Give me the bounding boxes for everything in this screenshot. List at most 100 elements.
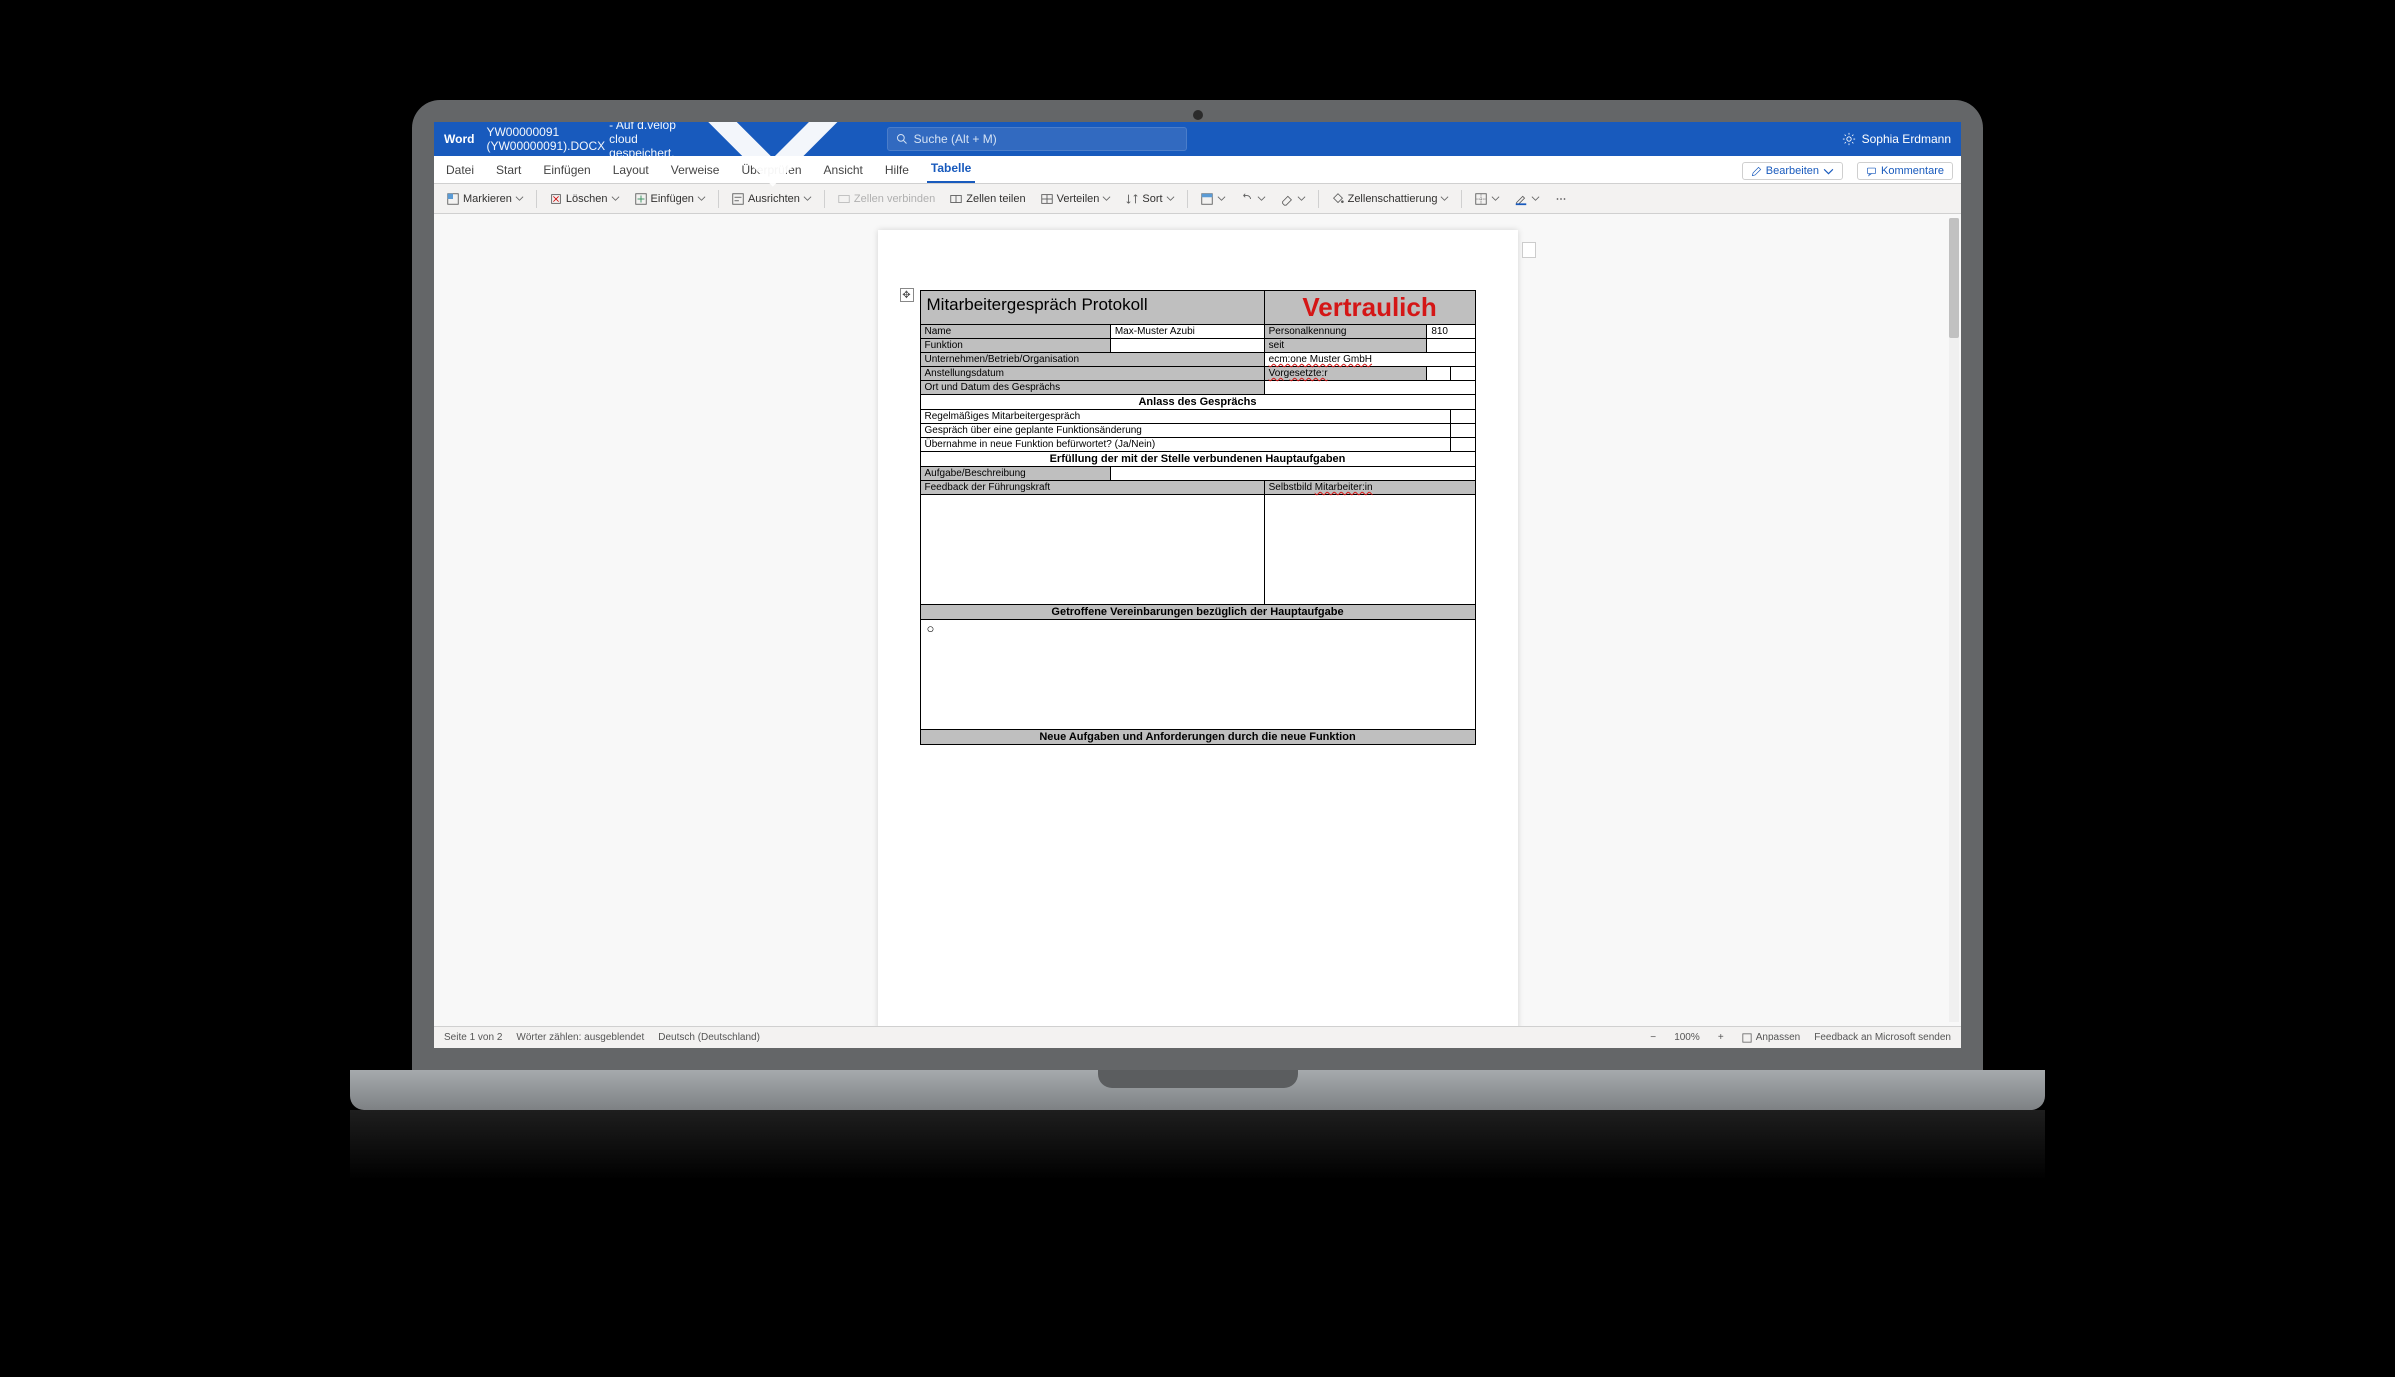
settings-icon bbox=[1842, 132, 1856, 146]
user-menu[interactable]: Sophia Erdmann bbox=[1842, 132, 1951, 146]
zoom-in-button[interactable]: + bbox=[1714, 1032, 1728, 1043]
name-value[interactable]: Max-Muster Azubi bbox=[1110, 325, 1264, 339]
aufgabe-value[interactable] bbox=[1110, 467, 1475, 481]
zoom-level[interactable]: 100% bbox=[1674, 1032, 1700, 1043]
vorgesetzter-value2[interactable] bbox=[1451, 367, 1475, 381]
anlass-check-1[interactable] bbox=[1451, 410, 1475, 424]
funktion-label[interactable]: Funktion bbox=[920, 339, 1110, 353]
org-label[interactable]: Unternehmen/Betrieb/Organisation bbox=[920, 353, 1264, 367]
doc-filename: YW00000091 (YW00000091).DOCX bbox=[486, 125, 605, 153]
sort-button[interactable]: Sort bbox=[1121, 190, 1178, 208]
personalnr-label[interactable]: Personalkennung bbox=[1264, 325, 1427, 339]
section-vereinbarungen[interactable]: Getroffene Vereinbarungen bezüglich der … bbox=[920, 605, 1475, 620]
distribute-icon bbox=[1040, 192, 1054, 206]
sort-icon bbox=[1125, 192, 1139, 206]
zellenschattierung-button[interactable]: Zellenschattierung bbox=[1327, 190, 1454, 208]
edit-button[interactable]: Bearbeiten bbox=[1742, 162, 1843, 180]
chevron-down-icon bbox=[1166, 194, 1175, 203]
section-anlass[interactable]: Anlass des Gesprächs bbox=[920, 395, 1475, 410]
anlass-check-3[interactable] bbox=[1451, 438, 1475, 452]
page[interactable]: ✥ Mitarbeitergespräch Protokoll Vertraul… bbox=[878, 230, 1518, 1026]
laptop-notch bbox=[1098, 1070, 1298, 1088]
language-indicator[interactable]: Deutsch (Deutschland) bbox=[658, 1032, 760, 1043]
pencil-icon bbox=[1751, 166, 1762, 177]
eraser-button[interactable] bbox=[1276, 190, 1310, 208]
user-name: Sophia Erdmann bbox=[1862, 132, 1951, 146]
selbstbild-label[interactable]: Selbstbild Selbstbild Mitarbeiter:inMita… bbox=[1264, 481, 1475, 495]
table-anchor-icon[interactable]: ✥ bbox=[900, 288, 914, 302]
anlass-check-2[interactable] bbox=[1451, 424, 1475, 438]
seit-value[interactable] bbox=[1427, 339, 1475, 353]
ortdatum-value[interactable] bbox=[1264, 381, 1475, 395]
search-input[interactable]: Suche (Alt + M) bbox=[887, 127, 1187, 151]
scrollbar-track[interactable] bbox=[1949, 218, 1959, 1022]
anstellung-label[interactable]: Anstellungsdatum bbox=[920, 367, 1264, 381]
comments-button[interactable]: Kommentare bbox=[1857, 162, 1953, 180]
app-name: Word bbox=[444, 132, 474, 146]
edit-label: Bearbeiten bbox=[1766, 165, 1819, 177]
seit-label[interactable]: seit bbox=[1264, 339, 1427, 353]
chevron-down-icon bbox=[1531, 194, 1540, 203]
pen-color-button[interactable] bbox=[1510, 190, 1544, 208]
word-count[interactable]: Wörter zählen: ausgeblendet bbox=[516, 1032, 644, 1043]
fit-icon bbox=[1742, 1033, 1752, 1043]
feedback-link[interactable]: Feedback an Microsoft senden bbox=[1814, 1032, 1951, 1043]
chevron-down-icon bbox=[1440, 194, 1449, 203]
table-style-icon bbox=[1200, 192, 1214, 206]
tab-hilfe[interactable]: Hilfe bbox=[881, 157, 913, 183]
titlebar: Word YW00000091 (YW00000091).DOCX - Auf … bbox=[434, 122, 1961, 156]
vorgesetzter-value1[interactable] bbox=[1427, 367, 1451, 381]
scrollbar-thumb[interactable] bbox=[1949, 218, 1959, 338]
select-icon bbox=[446, 192, 460, 206]
statusbar: Seite 1 von 2 Wörter zählen: ausgeblende… bbox=[434, 1026, 1961, 1048]
name-label[interactable]: Name bbox=[920, 325, 1110, 339]
search-icon bbox=[896, 133, 908, 145]
chevron-down-icon bbox=[1297, 194, 1306, 203]
undo-icon bbox=[1240, 192, 1254, 206]
doc-save-status: - Auf d.velop cloud gespeichert. bbox=[609, 122, 685, 160]
feedback-label[interactable]: Feedback der Führungskraft bbox=[920, 481, 1264, 495]
doc-title-cell[interactable]: Mitarbeitergespräch Protokoll bbox=[920, 291, 1264, 325]
document-title[interactable]: YW00000091 (YW00000091).DOCX - Auf d.vel… bbox=[486, 122, 856, 223]
table-style-button[interactable] bbox=[1196, 190, 1230, 208]
selbstbild-area[interactable] bbox=[1264, 495, 1475, 605]
anlass-row-3[interactable]: Übernahme in neue Funktion befürwortet? … bbox=[920, 438, 1451, 452]
section-neue-aufgaben[interactable]: Neue Aufgaben und Anforderungen durch di… bbox=[920, 730, 1475, 745]
undo-button[interactable] bbox=[1236, 190, 1270, 208]
funktion-value[interactable] bbox=[1110, 339, 1264, 353]
borders-button[interactable] bbox=[1470, 190, 1504, 208]
fit-button[interactable]: Anpassen bbox=[1742, 1032, 1800, 1043]
vereinbarungen-area[interactable]: ○ bbox=[920, 620, 1475, 730]
document-table[interactable]: Mitarbeitergespräch Protokoll Vertraulic… bbox=[920, 290, 1476, 745]
aufgabe-label[interactable]: Aufgabe/Beschreibung bbox=[920, 467, 1110, 481]
ellipsis-icon bbox=[1554, 192, 1568, 206]
page-indicator[interactable]: Seite 1 von 2 bbox=[444, 1032, 502, 1043]
comment-icon bbox=[1866, 166, 1877, 177]
more-button[interactable] bbox=[1550, 190, 1572, 208]
borders-icon bbox=[1474, 192, 1488, 206]
chevron-down-icon bbox=[689, 122, 857, 223]
chevron-down-icon bbox=[1823, 166, 1834, 177]
app-window: Word YW00000091 (YW00000091).DOCX - Auf … bbox=[434, 122, 1961, 1048]
feedback-area[interactable] bbox=[920, 495, 1264, 605]
personalnr-value[interactable]: 810 bbox=[1427, 325, 1475, 339]
verteilen-button[interactable]: Verteilen bbox=[1036, 190, 1116, 208]
anlass-row-1[interactable]: Regelmäßiges Mitarbeitergespräch bbox=[920, 410, 1451, 424]
camera bbox=[1193, 110, 1203, 120]
section-erfuellung[interactable]: Erfüllung der mit der Stelle verbundenen… bbox=[920, 452, 1475, 467]
bullet-icon: ○ bbox=[925, 621, 935, 636]
zoom-out-button[interactable]: − bbox=[1646, 1032, 1660, 1043]
ghost-box bbox=[1522, 242, 1536, 258]
bezel: Word YW00000091 (YW00000091).DOCX - Auf … bbox=[412, 100, 1983, 1070]
tab-tabelle[interactable]: Tabelle bbox=[927, 155, 975, 183]
zellen-teilen-button[interactable]: Zellen teilen bbox=[945, 190, 1029, 208]
chevron-down-icon bbox=[1257, 194, 1266, 203]
confidential-cell[interactable]: Vertraulich bbox=[1264, 291, 1475, 325]
org-value[interactable]: ecm:one Muster GmbH bbox=[1264, 353, 1475, 367]
ortdatum-label[interactable]: Ort und Datum des Gesprächs bbox=[920, 381, 1264, 395]
document-canvas[interactable]: ✥ Mitarbeitergespräch Protokoll Vertraul… bbox=[434, 214, 1961, 1026]
anlass-row-2[interactable]: Gespräch über eine geplante Funktionsänd… bbox=[920, 424, 1451, 438]
split-cells-icon bbox=[949, 192, 963, 206]
tab-datei[interactable]: Datei bbox=[442, 157, 478, 183]
vorgesetzter-label[interactable]: Vorgesetzte:r bbox=[1264, 367, 1427, 381]
